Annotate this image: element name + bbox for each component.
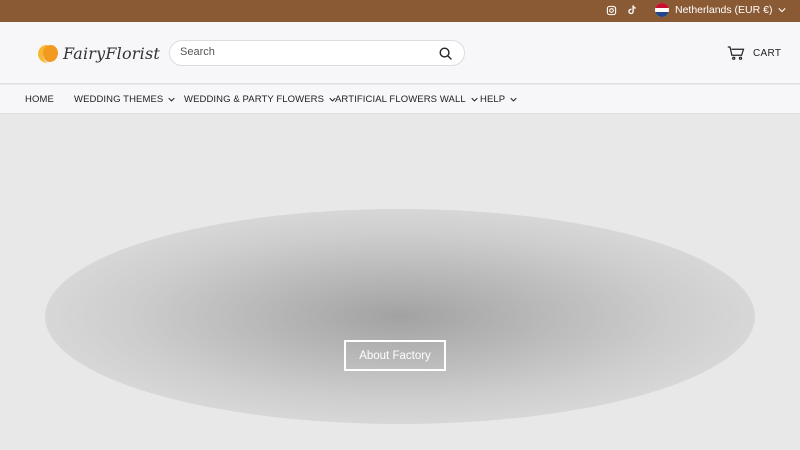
logo-text: FairyFlorist (63, 43, 161, 63)
nav-item-label: ARTIFICIAL FLOWERS WALL (335, 94, 466, 105)
about-factory-button[interactable]: About Factory (344, 340, 446, 371)
chevron-down-icon (778, 8, 787, 13)
site-header: FairyFlorist CART (0, 22, 800, 84)
search-box (169, 40, 465, 66)
nav-item-wedding-party-flowers[interactable]: WEDDING & PARTY FLOWERS (184, 94, 336, 105)
hero-background-image (45, 209, 755, 424)
instagram-icon[interactable] (605, 4, 617, 16)
chevron-down-icon (168, 97, 176, 102)
announcement-bar: Netherlands (EUR €) (0, 0, 800, 22)
nav-item-home[interactable]: HOME (25, 94, 54, 105)
search-input[interactable] (180, 46, 430, 58)
logo[interactable]: FairyFlorist (35, 42, 160, 64)
main-navigation: HOME WEDDING THEMES WEDDING & PARTY FLOW… (0, 85, 800, 114)
cart-button[interactable]: CART (727, 45, 781, 61)
social-links (605, 4, 637, 16)
locale-label: Netherlands (EUR €) (675, 4, 773, 16)
nav-item-label: WEDDING & PARTY FLOWERS (184, 94, 325, 105)
chevron-down-icon (471, 97, 478, 102)
cart-label: CART (753, 47, 782, 59)
nav-item-help[interactable]: HELP (480, 94, 517, 105)
nav-item-artificial-flowers-wall[interactable]: ARTIFICIAL FLOWERS WALL (335, 94, 478, 105)
search-icon[interactable] (438, 46, 454, 62)
flower-logo-icon (35, 42, 59, 64)
nav-item-label: HELP (480, 94, 506, 105)
nav-item-label: WEDDING THEMES (74, 94, 164, 105)
netherlands-flag-icon (655, 3, 669, 17)
nav-item-label: HOME (25, 94, 54, 105)
chevron-down-icon (510, 97, 517, 102)
tiktok-icon[interactable] (625, 4, 637, 16)
country-currency-selector[interactable]: Netherlands (EUR €) (655, 3, 787, 17)
nav-item-wedding-themes[interactable]: WEDDING THEMES (74, 94, 176, 105)
cart-icon (727, 46, 745, 60)
hero-banner: About Factory (0, 114, 800, 450)
